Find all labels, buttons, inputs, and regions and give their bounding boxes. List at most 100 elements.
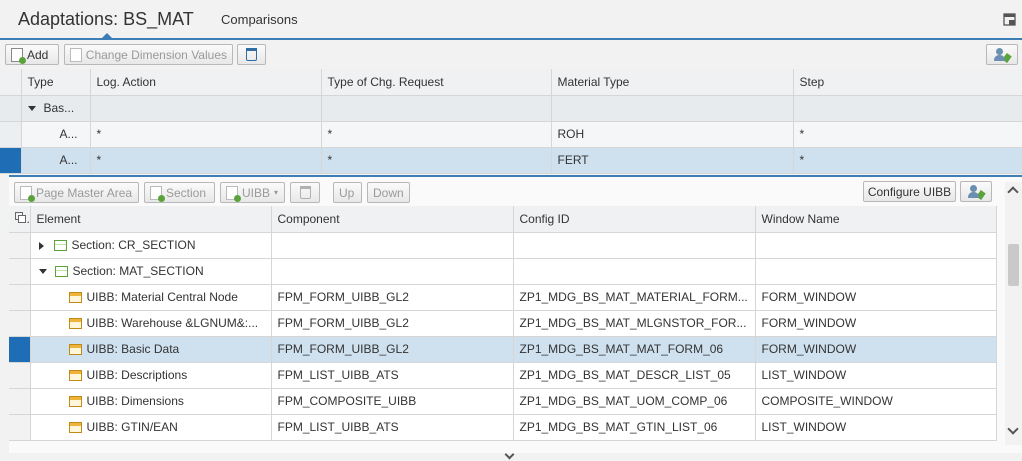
element-label: UIBB: Descriptions (86, 368, 188, 382)
tree-row-section[interactable]: Section: CR_SECTION (9, 232, 997, 259)
expand-arrow-icon[interactable] (38, 241, 44, 250)
table-cell: FPM_FORM_UIBB_GL2 (271, 284, 514, 311)
scroll-thumb[interactable] (1008, 244, 1019, 286)
table-cell: * (793, 121, 1022, 148)
add-section-button[interactable]: Section (144, 182, 215, 203)
column-header[interactable]: Log. Action (90, 69, 322, 96)
table-cell: ZP1_MDG_BS_MAT_UOM_COMP_06 (513, 388, 756, 415)
tree-cell: UIBB: Warehouse &LGNUM&:... (30, 310, 272, 337)
personalize-detail-button[interactable] (960, 181, 992, 202)
table-row[interactable]: A... * * ROH * (0, 121, 1022, 148)
uibb-icon (68, 344, 82, 356)
personalize-button[interactable] (986, 44, 1018, 65)
row-selector[interactable] (0, 147, 22, 174)
page-master-area-button[interactable]: Page Master Area (14, 182, 139, 203)
section-label: Section (166, 185, 207, 200)
add-uibb-button[interactable]: UIBB ▾ (220, 182, 285, 203)
table-row-selected[interactable]: UIBB: Basic Data FPM_FORM_UIBB_GL2 ZP1_M… (9, 336, 997, 363)
column-header[interactable]: Component (271, 206, 514, 233)
row-selector[interactable] (9, 414, 31, 441)
configure-uibb-label: Configure UIBB (867, 184, 952, 199)
element-label: UIBB: Basic Data (86, 342, 180, 356)
move-down-button[interactable]: Down (367, 182, 410, 203)
tree-cell: UIBB: Dimensions (30, 388, 272, 415)
row-selector[interactable] (9, 362, 31, 389)
move-up-button[interactable]: Up (333, 182, 362, 203)
column-header[interactable]: Type (21, 69, 91, 96)
edit-doc-icon (70, 47, 82, 62)
select-all-header[interactable] (9, 206, 31, 233)
scroll-up-icon[interactable] (1007, 186, 1019, 198)
window-toggle-icon[interactable] (1003, 13, 1016, 26)
page-title: Adaptations: BS_MAT (18, 9, 194, 29)
uibb-icon (68, 292, 82, 304)
page-master-label: Page Master Area (36, 185, 133, 200)
table-row[interactable]: UIBB: Material Central Node FPM_FORM_UIB… (9, 284, 997, 311)
dropdown-arrow-icon: ▾ (274, 188, 279, 197)
panel-resize-chevron-icon[interactable] (505, 453, 515, 459)
uibb-icon (68, 318, 82, 330)
table-cell (271, 232, 514, 259)
table-row[interactable]: UIBB: Dimensions FPM_COMPOSITE_UIBB ZP1_… (9, 388, 997, 415)
collapse-arrow-icon[interactable] (38, 269, 47, 275)
row-selector[interactable] (9, 336, 31, 363)
table-cell: A... (21, 147, 91, 174)
table-cell (551, 95, 794, 122)
column-header[interactable]: Step (793, 69, 1022, 96)
scroll-down-icon[interactable] (1007, 423, 1019, 435)
configure-uibb-button[interactable]: Configure UIBB (863, 181, 956, 202)
uibb-icon (68, 370, 82, 382)
tab-comparisons[interactable]: Comparisons (221, 12, 298, 27)
table-cell (755, 232, 997, 259)
trash-icon (299, 186, 311, 199)
add-button[interactable]: Add (5, 44, 59, 65)
group-label: Bas... (43, 101, 75, 115)
table-cell: FPM_FORM_UIBB_GL2 (271, 336, 514, 363)
add-section-icon (150, 185, 165, 202)
table-cell (513, 258, 756, 285)
element-label: UIBB: Material Central Node (86, 290, 238, 304)
row-selector-header[interactable] (0, 69, 22, 96)
element-label: UIBB: GTIN/EAN (86, 420, 178, 434)
column-header[interactable]: Config ID (513, 206, 756, 233)
row-selector[interactable] (9, 310, 31, 337)
table-row[interactable]: UIBB: Descriptions FPM_LIST_UIBB_ATS ZP1… (9, 362, 997, 389)
table-cell (513, 232, 756, 259)
table-cell (90, 95, 322, 122)
column-header[interactable]: Window Name (755, 206, 997, 233)
table-cell: ZP1_MDG_BS_MAT_GTIN_LIST_06 (513, 414, 756, 441)
table-cell: ZP1_MDG_BS_MAT_MAT_FORM_06 (513, 336, 756, 363)
collapse-arrow-icon[interactable] (27, 106, 36, 112)
table-cell: LIST_WINDOW (755, 362, 997, 389)
column-header[interactable]: Element (30, 206, 272, 233)
table-row-selected[interactable]: A... * * FERT * (0, 147, 1022, 174)
add-page-icon (20, 185, 35, 202)
title-bar: Adaptations: BS_MAT Comparisons (0, 0, 1022, 40)
table-cell (321, 95, 552, 122)
group-cell[interactable]: Bas... (21, 95, 91, 122)
section-label: Section: MAT_SECTION (72, 264, 204, 278)
column-header[interactable]: Type of Chg. Request (321, 69, 552, 96)
section-label: Section: CR_SECTION (71, 238, 196, 252)
table-group-row[interactable]: Bas... (0, 95, 1022, 122)
change-dimension-values-button[interactable]: Change Dimension Values (64, 44, 233, 65)
element-label: UIBB: Dimensions (86, 394, 184, 408)
select-all-icon (15, 211, 26, 223)
column-header[interactable]: Material Type (551, 69, 794, 96)
row-selector[interactable] (0, 95, 22, 122)
table-cell: COMPOSITE_WINDOW (755, 388, 997, 415)
row-selector[interactable] (9, 284, 31, 311)
tree-row-section[interactable]: Section: MAT_SECTION (9, 258, 997, 285)
row-selector[interactable] (9, 388, 31, 415)
add-uibb-icon (226, 185, 241, 202)
add-button-label: Add (27, 47, 49, 62)
delete-button[interactable] (237, 44, 266, 65)
row-selector[interactable] (0, 121, 22, 148)
row-selector[interactable] (9, 258, 31, 285)
delete-element-button[interactable] (290, 182, 320, 203)
table-row[interactable]: UIBB: GTIN/EAN FPM_LIST_UIBB_ATS ZP1_MDG… (9, 414, 997, 441)
table-cell: FPM_LIST_UIBB_ATS (271, 414, 514, 441)
vertical-scrollbar[interactable] (1005, 182, 1022, 445)
table-row[interactable]: UIBB: Warehouse &LGNUM&:... FPM_FORM_UIB… (9, 310, 997, 337)
row-selector[interactable] (9, 232, 31, 259)
